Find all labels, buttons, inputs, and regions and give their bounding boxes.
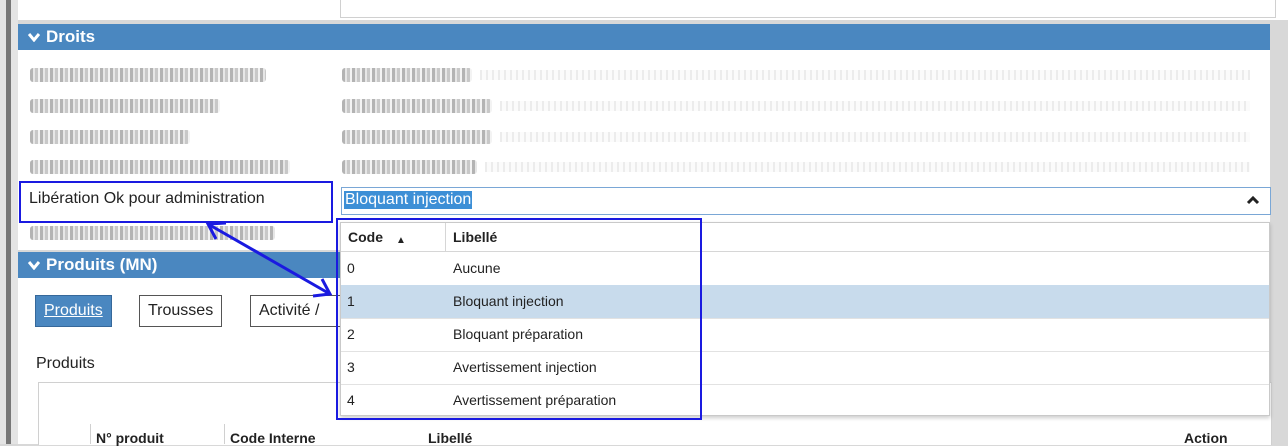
redacted-value [342,99,492,113]
droits-header[interactable]: Droits [18,24,1270,50]
column-code[interactable]: Code [348,229,383,245]
option-code: 0 [347,260,355,276]
redacted-fill [485,162,1250,172]
chevron-down-icon [27,252,46,278]
option-label: Avertissement injection [453,359,597,375]
redacted-label [30,226,275,240]
option-code: 1 [347,293,355,309]
chevron-up-icon[interactable] [1246,192,1260,208]
option-row[interactable]: 0 Aucune [341,252,1269,286]
dropdown-list: Code ▲ Libellé 0 Aucune 1 Bloquant injec… [340,222,1270,416]
droits-title: Droits [46,27,96,46]
redacted-fill [500,101,1250,111]
column-libelle[interactable]: Libellé [453,229,497,245]
redacted-fill [480,70,1250,80]
option-label: Avertissement préparation [453,392,617,408]
column-separator [90,424,91,444]
redacted-label [30,99,220,113]
option-label: Aucune [453,260,501,276]
left-edge [0,0,18,444]
column-separator [224,424,225,444]
option-code: 3 [347,359,355,375]
option-label: Bloquant préparation [453,326,583,342]
left-rail [6,0,11,444]
chevron-down-icon [27,24,46,50]
column-separator [445,223,446,251]
redacted-value [342,160,477,174]
section-title-produits: Produits [36,355,95,372]
dropdown-header: Code ▲ Libellé [341,223,1269,252]
tab-produits[interactable]: Produits [35,295,112,327]
option-row[interactable]: 2 Bloquant préparation [341,318,1269,352]
selected-value: Bloquant injection [344,191,473,209]
liberation-label: Libération Ok pour administration [29,190,265,207]
redacted-value [342,68,472,82]
top-strip [18,0,1288,20]
option-code: 4 [347,392,355,408]
option-row-selected[interactable]: 1 Bloquant injection [341,285,1269,319]
option-row[interactable]: 4 Avertissement préparation [341,384,1269,417]
liberation-select[interactable]: Bloquant injection [341,187,1271,215]
option-label: Bloquant injection [453,293,564,309]
tab-trousses[interactable]: Trousses [139,295,223,327]
sort-asc-icon: ▲ [396,235,406,246]
redacted-label [30,68,266,82]
redacted-label [30,160,290,174]
tab-activite[interactable]: Activité / [250,295,342,327]
redacted-label [30,130,190,144]
option-code: 2 [347,326,355,342]
option-row[interactable]: 3 Avertissement injection [341,351,1269,385]
redacted-value [342,130,492,144]
redacted-fill [500,132,1250,142]
top-field [340,0,1276,18]
produits-title: Produits (MN) [46,255,158,274]
